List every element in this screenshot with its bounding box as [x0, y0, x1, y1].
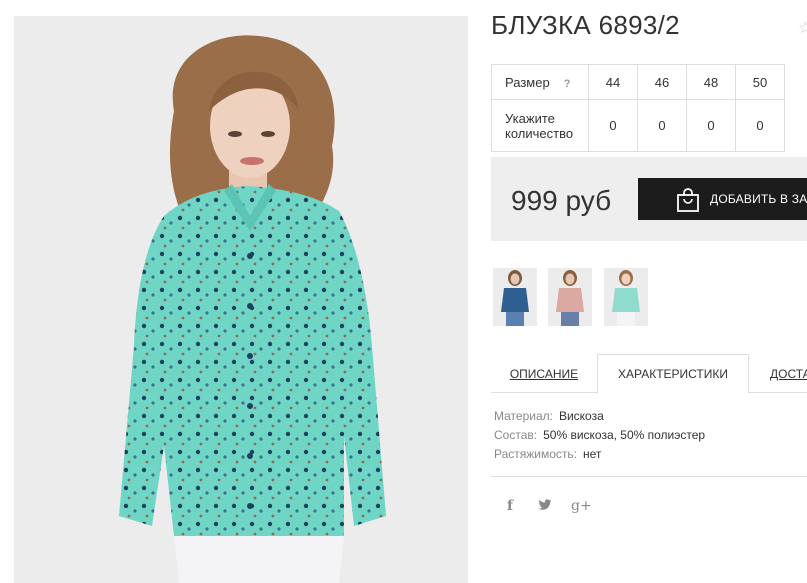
size-label-cell: Размер?	[491, 64, 589, 100]
favorite-star-icon[interactable]: ☆	[798, 18, 807, 38]
thumbnail-navy[interactable]	[493, 268, 537, 326]
tab-delivery[interactable]: ДОСТА	[749, 354, 807, 393]
facebook-icon[interactable]: f	[507, 498, 513, 514]
main-product-image[interactable]	[14, 16, 468, 583]
tab-characteristics[interactable]: ХАРАКТЕРИСТИКИ	[597, 354, 749, 394]
qty-input-44[interactable]: 0	[588, 99, 638, 152]
price-box: 999 руб ДОБАВИТЬ В ЗАК	[491, 157, 807, 241]
shopping-bag-icon	[677, 188, 699, 212]
twitter-icon[interactable]	[538, 498, 552, 514]
size-44: 44	[588, 64, 638, 100]
quantity-label: Укажите количество	[505, 110, 574, 141]
help-icon[interactable]: ?	[564, 78, 571, 90]
divider	[491, 476, 807, 477]
size-label: Размер	[505, 74, 550, 90]
size-46: 46	[637, 64, 687, 100]
google-plus-icon[interactable]: g+	[571, 498, 592, 514]
qty-label-cell: Укажите количество	[491, 99, 589, 152]
price: 999 руб	[511, 185, 612, 216]
spec-row: Растяжимость: нет	[494, 447, 705, 466]
size-48: 48	[686, 64, 736, 100]
add-to-cart-button[interactable]: ДОБАВИТЬ В ЗАК	[638, 178, 807, 220]
spec-key: Состав:	[494, 428, 538, 442]
add-to-cart-label: ДОБАВИТЬ В ЗАК	[710, 192, 807, 206]
thumbnail-pink[interactable]	[548, 268, 592, 326]
tab-description[interactable]: ОПИСАНИЕ	[491, 354, 597, 393]
spec-value: Вискоза	[558, 409, 604, 423]
thumbnail-mint[interactable]	[604, 268, 648, 326]
size-50: 50	[735, 64, 785, 100]
product-title: БЛУЗКА 6893/2	[491, 10, 680, 40]
characteristics-list: Материал: Вискоза Состав: 50% вискоза, 50%…	[494, 409, 705, 466]
spec-row: Состав: 50% вискоза, 50% полиэстер	[494, 428, 705, 447]
qty-input-50[interactable]: 0	[735, 99, 785, 152]
spec-value: нет	[583, 447, 602, 461]
qty-input-48[interactable]: 0	[686, 99, 736, 152]
spec-value: 50% вискоза, 50% полиэстер	[543, 428, 706, 442]
spec-key: Материал:	[494, 409, 553, 423]
size-table: Размер? 44 46 48 50 Укажите количество 0…	[491, 64, 785, 152]
qty-input-46[interactable]: 0	[637, 99, 687, 152]
spec-row: Материал: Вискоза	[494, 409, 705, 428]
spec-key: Растяжимость:	[494, 447, 578, 461]
